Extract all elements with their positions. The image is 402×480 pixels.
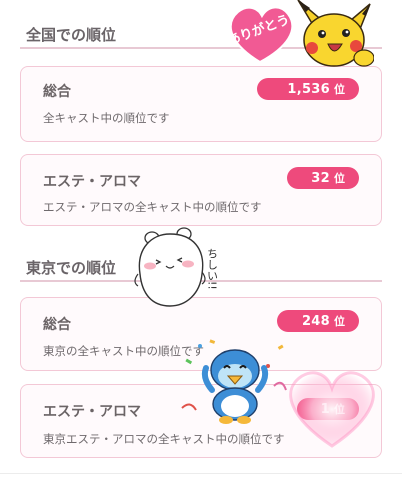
section-title-national: 全国での順位 (26, 26, 117, 44)
rank-badge: 248 位 (277, 310, 359, 332)
card-title: エステ・アロマ (43, 174, 141, 190)
rank-unit: 位 (334, 315, 345, 328)
chiikawa-text: ちしい!! (206, 248, 219, 290)
piplup-sticker (181, 339, 287, 424)
card-description: 東京エステ・アロマの全キャスト中の順位です (43, 432, 285, 446)
rank-value: 32 (311, 170, 330, 186)
card-title: 総合 (43, 84, 71, 100)
card-description: 全キャスト中の順位です (43, 111, 170, 125)
heart-glow-sticker (289, 371, 375, 448)
rank-card-national-esthe[interactable]: エステ・アロマ 32 位 エステ・アロマの全キャスト中の順位です (20, 154, 382, 226)
chiikawa-sticker: ちしい!! (134, 227, 219, 307)
rank-badge: 1,536 位 (257, 78, 359, 100)
rank-badge: 32 位 (287, 167, 359, 189)
card-title: 総合 (43, 317, 71, 333)
rank-unit: 位 (334, 172, 345, 185)
card-description: エステ・アロマの全キャスト中の順位です (43, 200, 262, 214)
section-title-tokyo: 東京での順位 (26, 259, 117, 277)
pikachu-thanks-sticker: ありがとう (225, 0, 374, 67)
rank-unit: 位 (334, 83, 345, 96)
rank-value: 248 (301, 313, 330, 329)
bottom-divider (0, 473, 402, 474)
rank-value: 1,536 (287, 81, 330, 97)
card-title: エステ・アロマ (43, 404, 141, 420)
rank-card-national-overall[interactable]: 総合 1,536 位 全キャスト中の順位です (20, 66, 382, 142)
